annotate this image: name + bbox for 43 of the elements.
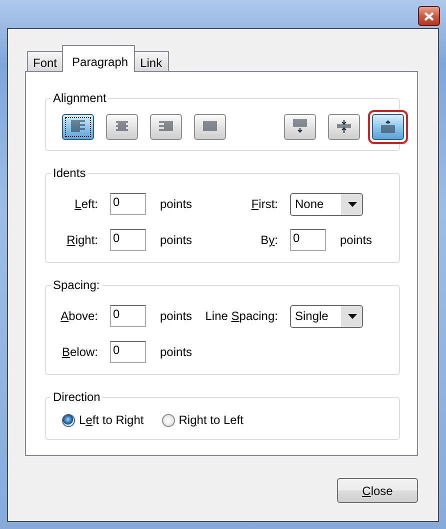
group-title: Alignment <box>52 91 108 105</box>
dropdown[interactable]: None <box>290 192 363 216</box>
unit-label: points <box>159 309 194 323</box>
unit-label: points <box>159 197 194 211</box>
tab[interactable]: Font <box>27 51 64 71</box>
field-label: Above: <box>60 309 99 323</box>
field-label: By: <box>260 233 279 247</box>
align-middle-icon <box>336 119 352 134</box>
unit-label: points <box>339 233 372 247</box>
alignment-button[interactable] <box>62 114 94 140</box>
alignment-button[interactable] <box>150 114 182 140</box>
number-field[interactable]: 0 <box>110 229 146 251</box>
close-icon <box>424 12 434 20</box>
field-label: Line Spacing: <box>204 309 279 323</box>
alignment-button[interactable] <box>194 114 226 140</box>
field-label: Left: <box>74 197 99 211</box>
unit-label: points <box>159 233 194 247</box>
alignment-button[interactable] <box>328 114 360 140</box>
group-title: Idents <box>52 166 87 180</box>
align-top-icon <box>292 119 308 134</box>
alignment-button[interactable] <box>284 114 316 140</box>
number-field[interactable]: 0 <box>110 341 146 363</box>
field-label: Below: <box>60 345 99 359</box>
dropdown-arrow-icon <box>348 314 357 318</box>
unit-label: points <box>159 345 194 359</box>
dropdown[interactable]: Single <box>290 304 363 328</box>
field-label: First: <box>250 197 279 211</box>
align-left-icon <box>70 119 86 134</box>
dropdown-arrow-icon <box>348 202 357 206</box>
tab[interactable]: Link <box>134 51 170 71</box>
close-button[interactable] <box>418 6 440 26</box>
field-label: Right: <box>66 233 99 247</box>
tab[interactable]: Paragraph <box>62 45 136 72</box>
number-field[interactable]: 0 <box>110 305 146 327</box>
group-title: Direction <box>52 390 102 404</box>
radio-button[interactable]: Left to Right <box>62 413 144 427</box>
number-field[interactable]: 0 <box>290 229 326 251</box>
align-bottom-icon <box>380 119 396 134</box>
group-title: Spacing: <box>52 278 101 292</box>
alignment-button[interactable] <box>106 114 138 140</box>
radio-button[interactable]: Right to Left <box>162 413 244 427</box>
number-field[interactable]: 0 <box>110 193 146 215</box>
close-button[interactable]: Close <box>337 478 418 503</box>
